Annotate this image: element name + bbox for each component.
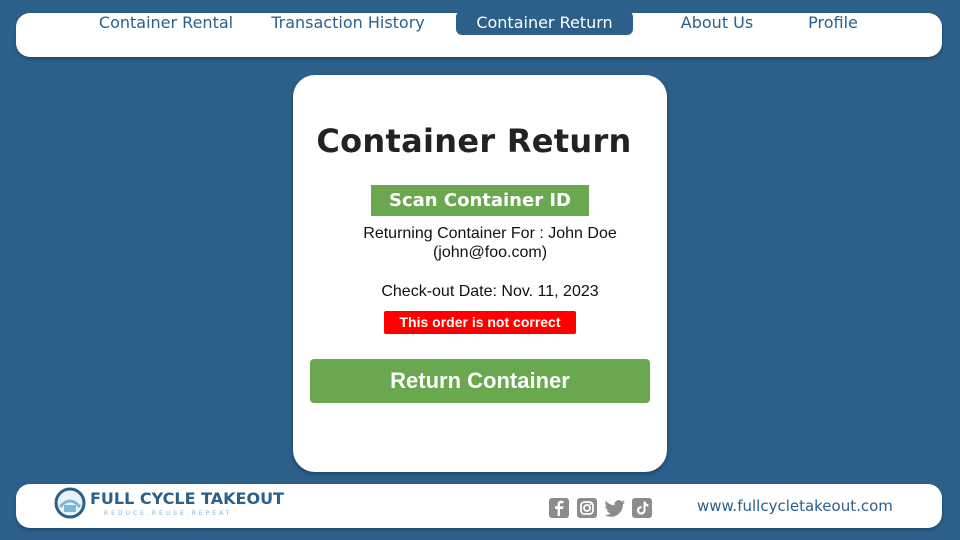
facebook-icon[interactable] [548, 497, 570, 519]
nav-item-transaction-history[interactable]: Transaction History [268, 11, 428, 35]
return-container-button[interactable]: Return Container [310, 359, 650, 403]
logo-icon [54, 487, 86, 519]
returning-for-text: Returning Container For : John Doe [363, 225, 617, 242]
page-title: Container Return [316, 122, 632, 160]
nav-item-profile[interactable]: Profile [800, 11, 866, 35]
brand-tagline: REDUCE.REUSE.REPEAT [104, 510, 233, 517]
nav-item-container-return[interactable]: Container Return [456, 11, 633, 35]
checkout-date-text: Check-out Date: Nov. 11, 2023 [381, 283, 599, 300]
scan-container-id-button[interactable]: Scan Container ID [371, 185, 589, 216]
nav-item-container-rental[interactable]: Container Rental [96, 11, 236, 35]
brand-name: FULL CYCLE TAKEOUT [90, 489, 284, 508]
tiktok-icon[interactable] [631, 497, 653, 519]
website-link[interactable]: www.fullcycletakeout.com [697, 497, 893, 515]
customer-email-text: (john@foo.com) [432, 244, 548, 261]
nav-item-about-us[interactable]: About Us [676, 11, 758, 35]
instagram-icon[interactable] [576, 497, 598, 519]
twitter-icon[interactable] [603, 497, 627, 519]
order-error-badge: This order is not correct [384, 311, 576, 334]
